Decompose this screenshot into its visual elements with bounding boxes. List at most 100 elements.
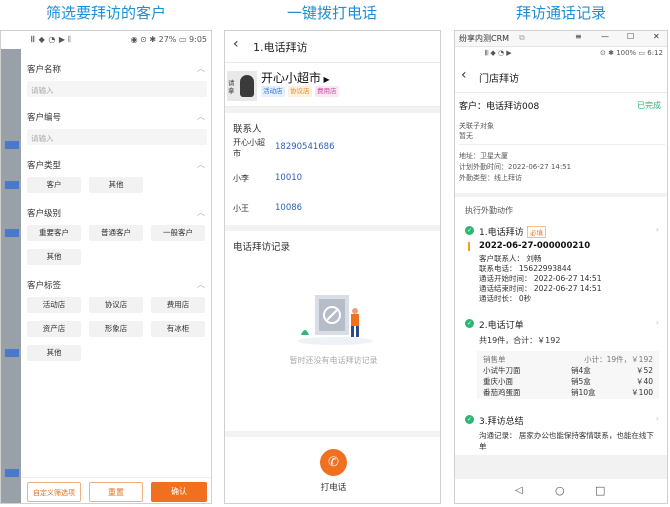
chevron-up-icon[interactable]: ︿ bbox=[197, 279, 205, 290]
contact-phone[interactable]: 18290541686 bbox=[275, 142, 335, 152]
chip-tag-asset[interactable]: 资产店 bbox=[27, 321, 81, 337]
chevron-up-icon[interactable]: ︿ bbox=[197, 63, 205, 74]
records-title: 电话拜访记录 bbox=[233, 242, 291, 253]
visit-type: 外勤类型：线上拜访 bbox=[459, 174, 522, 182]
chip-tag-expense[interactable]: 费用店 bbox=[151, 297, 205, 313]
contact-name: 小王 bbox=[233, 204, 249, 213]
maximize-icon[interactable]: ☐ bbox=[627, 32, 634, 41]
order-head: 销售单 小计：19件，￥192 bbox=[479, 354, 657, 365]
item-price: ￥52 bbox=[635, 366, 653, 375]
order-summary: 共19件，合计：￥192 bbox=[479, 336, 561, 345]
section-title-code: 客户编号 bbox=[27, 113, 62, 123]
chip-tag-freezer[interactable]: 有冰柜 bbox=[151, 321, 205, 337]
filter-actions: 自定义筛选项 重置 确认 bbox=[21, 477, 211, 503]
required-badge: 必填 bbox=[527, 226, 546, 238]
item-name: 重庆小面 bbox=[483, 377, 513, 386]
customer-code-input[interactable]: 请输入 bbox=[27, 129, 207, 145]
filter-panel: 客户名称 ︿ 请输入 客户编号 ︿ 请输入 客户类型 ︿ 客户 其他 客户级别 … bbox=[21, 49, 211, 503]
nav-back-icon[interactable]: ◁ bbox=[515, 485, 523, 496]
chip-tag-activity[interactable]: 活动店 bbox=[27, 297, 81, 313]
customer-name-input[interactable]: 请输入 bbox=[27, 81, 207, 97]
item-price: ￥40 bbox=[635, 377, 653, 386]
status-badge: 已完成 bbox=[637, 101, 661, 110]
chip-level-general[interactable]: 一般客户 bbox=[151, 225, 205, 241]
page-title: 门店拜访 bbox=[479, 74, 519, 85]
chip-type-other[interactable]: 其他 bbox=[89, 177, 143, 193]
section-title-tags: 客户标签 bbox=[27, 281, 62, 291]
chip-tag-other[interactable]: 其他 bbox=[27, 345, 81, 361]
table-row: 番茄鸡蛋面 销10盒 ￥100 bbox=[479, 387, 657, 398]
section-title-level: 客户级别 bbox=[27, 209, 62, 219]
phone-icon: ✆ bbox=[328, 455, 339, 470]
store-name-text: 开心小超市 bbox=[261, 71, 322, 85]
visit-info-card: 客户：电话拜访008 已完成 关联子对象 暂无 地址：卫星大厦 计划外勤时间：2… bbox=[455, 93, 667, 193]
phone-filter: 𝄃𝄃 ◆ ◔ ▶ 𝄃 ◉ ⊙ ✱ 27% ▭ 9:05 客户名称 ︿ 请输入 客… bbox=[0, 30, 212, 504]
chevron-right-icon[interactable]: › bbox=[656, 414, 659, 423]
chevron-right-icon[interactable]: › bbox=[656, 318, 659, 327]
chevron-up-icon[interactable]: ︿ bbox=[197, 207, 205, 218]
section-title-name: 客户名称 bbox=[27, 65, 62, 75]
record-id: 2022-06-27-000000210 bbox=[479, 241, 591, 251]
table-row: 重庆小面 销5盒 ￥40 bbox=[479, 376, 657, 387]
table-row: 小试牛刀面 销4盒 ￥52 bbox=[479, 365, 657, 376]
status-icons-left: 𝄃𝄃 ◆ ◔ ▶ 𝄃 bbox=[31, 35, 71, 44]
status-bar: 𝄃𝄃 ◆ ◔ ▶ ⊙ ✱ 100% ▭ 6:12 bbox=[455, 47, 667, 61]
store-name[interactable]: 开心小超市 ▶ bbox=[261, 69, 330, 86]
section-title-type: 客户类型 bbox=[27, 161, 62, 171]
status-icons-left: 𝄃𝄃 ◆ ◔ ▶ bbox=[485, 49, 512, 57]
chip-level-other[interactable]: 其他 bbox=[27, 249, 81, 265]
plan-time: 计划外勤时间：2022-06-27 14:51 bbox=[459, 163, 572, 171]
minimize-icon[interactable]: — bbox=[601, 32, 609, 41]
reset-button[interactable]: 重置 bbox=[89, 482, 143, 502]
chip-level-important[interactable]: 重要客户 bbox=[27, 225, 81, 241]
actions-card: 执行外勤动作 ✓ 1.电话拜访 必填 › 2022-06-27-00000021… bbox=[455, 197, 667, 455]
status-icons-right: ⊙ ✱ 100% ▭ 6:12 bbox=[600, 49, 663, 57]
contacts-card: 联系人 开心小超市 18290541686 小李 10010 小王 10086 bbox=[225, 113, 440, 225]
menu-icon[interactable]: ≡ bbox=[575, 32, 582, 41]
check-icon: ✓ bbox=[465, 319, 474, 328]
status-bar: 𝄃𝄃 ◆ ◔ ▶ 𝄃 ◉ ⊙ ✱ 27% ▭ 9:05 bbox=[1, 31, 211, 49]
empty-records-illustration bbox=[297, 295, 373, 345]
phone-call: ‹ 1.电话拜访 请拿 开心小超市 ▶ 活动店 协议店 费用店 联系人 开心小超… bbox=[224, 30, 441, 504]
custom-filter-button[interactable]: 自定义筛选项 bbox=[27, 482, 81, 502]
chevron-right-icon[interactable]: › bbox=[656, 225, 659, 234]
call-bar: ✆ 打电话 bbox=[225, 437, 440, 503]
action-title[interactable]: 2.电话订单 bbox=[479, 318, 524, 331]
chip-type-customer[interactable]: 客户 bbox=[27, 177, 81, 193]
chip-tag-agreement[interactable]: 协议店 bbox=[89, 297, 143, 313]
back-arrow-icon[interactable]: ‹ bbox=[461, 67, 467, 83]
action-title[interactable]: 3.拜访总结 bbox=[479, 414, 524, 427]
avatar: 请拿 bbox=[227, 71, 257, 101]
contact-name: 开心小超市 bbox=[233, 138, 265, 158]
close-icon[interactable]: ✕ bbox=[653, 32, 660, 41]
back-arrow-icon[interactable]: ‹ bbox=[233, 36, 239, 52]
confirm-button[interactable]: 确认 bbox=[151, 482, 207, 502]
page-title: 1.电话拜访 bbox=[253, 41, 308, 54]
chip-level-normal[interactable]: 普通客户 bbox=[89, 225, 143, 241]
page-header: ‹ 门店拜访 bbox=[455, 61, 667, 93]
caret-right-icon: ▶ bbox=[321, 75, 330, 84]
call-button[interactable]: ✆ bbox=[320, 449, 347, 476]
contact-phone[interactable]: 10086 bbox=[275, 203, 302, 213]
caption-filter: 筛选要拜访的客户 bbox=[45, 4, 166, 22]
tag-agreement: 协议店 bbox=[288, 86, 312, 97]
record-marker bbox=[468, 242, 470, 251]
related-value: 暂无 bbox=[459, 132, 473, 140]
copy-icon: ⧉ bbox=[519, 33, 525, 42]
nav-home-icon[interactable]: ○ bbox=[555, 484, 565, 497]
related-label: 关联子对象 bbox=[459, 122, 494, 130]
chevron-up-icon[interactable]: ︿ bbox=[197, 159, 205, 170]
person-photo-icon bbox=[240, 75, 254, 97]
contact-phone[interactable]: 10010 bbox=[275, 173, 302, 183]
nav-recent-icon[interactable]: □ bbox=[595, 484, 605, 497]
chevron-up-icon[interactable]: ︿ bbox=[197, 111, 205, 122]
chip-tag-image[interactable]: 形象店 bbox=[89, 321, 143, 337]
customer-name: 客户：电话拜访008 bbox=[459, 102, 540, 112]
item-qty: 销5盒 bbox=[571, 377, 591, 386]
tag-activity: 活动店 bbox=[261, 86, 285, 97]
item-qty: 销10盒 bbox=[571, 388, 596, 397]
caption-call: 一键拨打电话 bbox=[286, 4, 377, 22]
call-label: 打电话 bbox=[320, 483, 347, 493]
action-title[interactable]: 1.电话拜访 bbox=[479, 225, 524, 238]
item-qty: 销4盒 bbox=[571, 366, 591, 375]
